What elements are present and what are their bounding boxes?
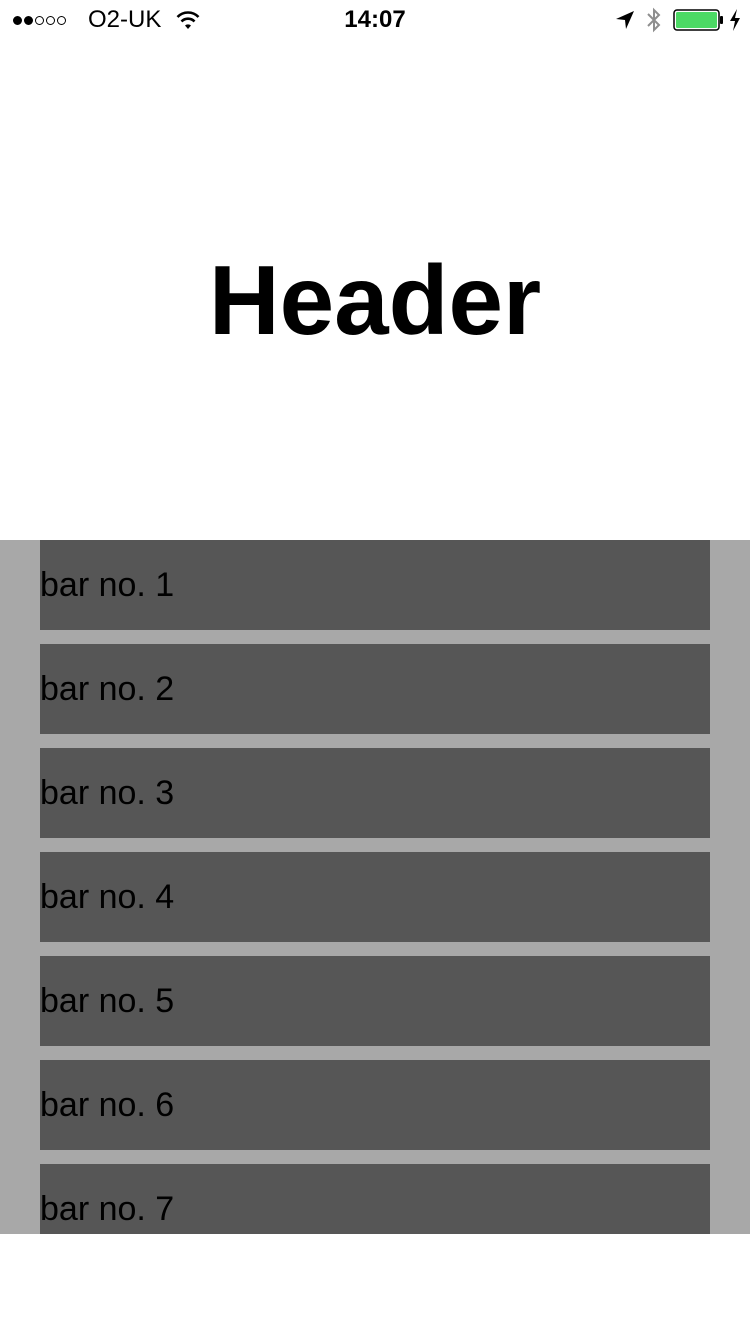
header-title: Header xyxy=(208,245,542,355)
bar-list[interactable]: bar no. 1 bar no. 2 bar no. 3 bar no. 4 … xyxy=(0,540,750,1234)
header-area: Header xyxy=(0,40,750,540)
bottom-blank-area xyxy=(0,1234,750,1334)
location-arrow-icon xyxy=(616,11,634,29)
status-time: 14:07 xyxy=(344,6,406,33)
status-bar: O2-UK 14:07 xyxy=(0,0,750,40)
battery-icon xyxy=(673,9,723,31)
bluetooth-icon xyxy=(647,7,661,33)
charging-bolt-icon xyxy=(730,9,740,31)
list-item-label: bar no. 6 xyxy=(40,1086,175,1124)
list-item-label: bar no. 5 xyxy=(40,982,175,1020)
list-item[interactable]: bar no. 4 xyxy=(40,852,710,942)
list-item[interactable]: bar no. 3 xyxy=(40,748,710,838)
list-item-label: bar no. 7 xyxy=(40,1190,175,1228)
list-item[interactable]: bar no. 2 xyxy=(40,644,710,734)
list-item[interactable]: bar no. 5 xyxy=(40,956,710,1046)
list-item[interactable]: bar no. 6 xyxy=(40,1060,710,1150)
list-item[interactable]: bar no. 1 xyxy=(40,540,710,630)
list-item-label: bar no. 2 xyxy=(40,670,175,708)
list-item-label: bar no. 3 xyxy=(40,774,175,812)
list-item[interactable]: bar no. 7 xyxy=(40,1164,710,1234)
list-item-label: bar no. 4 xyxy=(40,878,175,916)
list-item-label: bar no. 1 xyxy=(40,566,175,604)
